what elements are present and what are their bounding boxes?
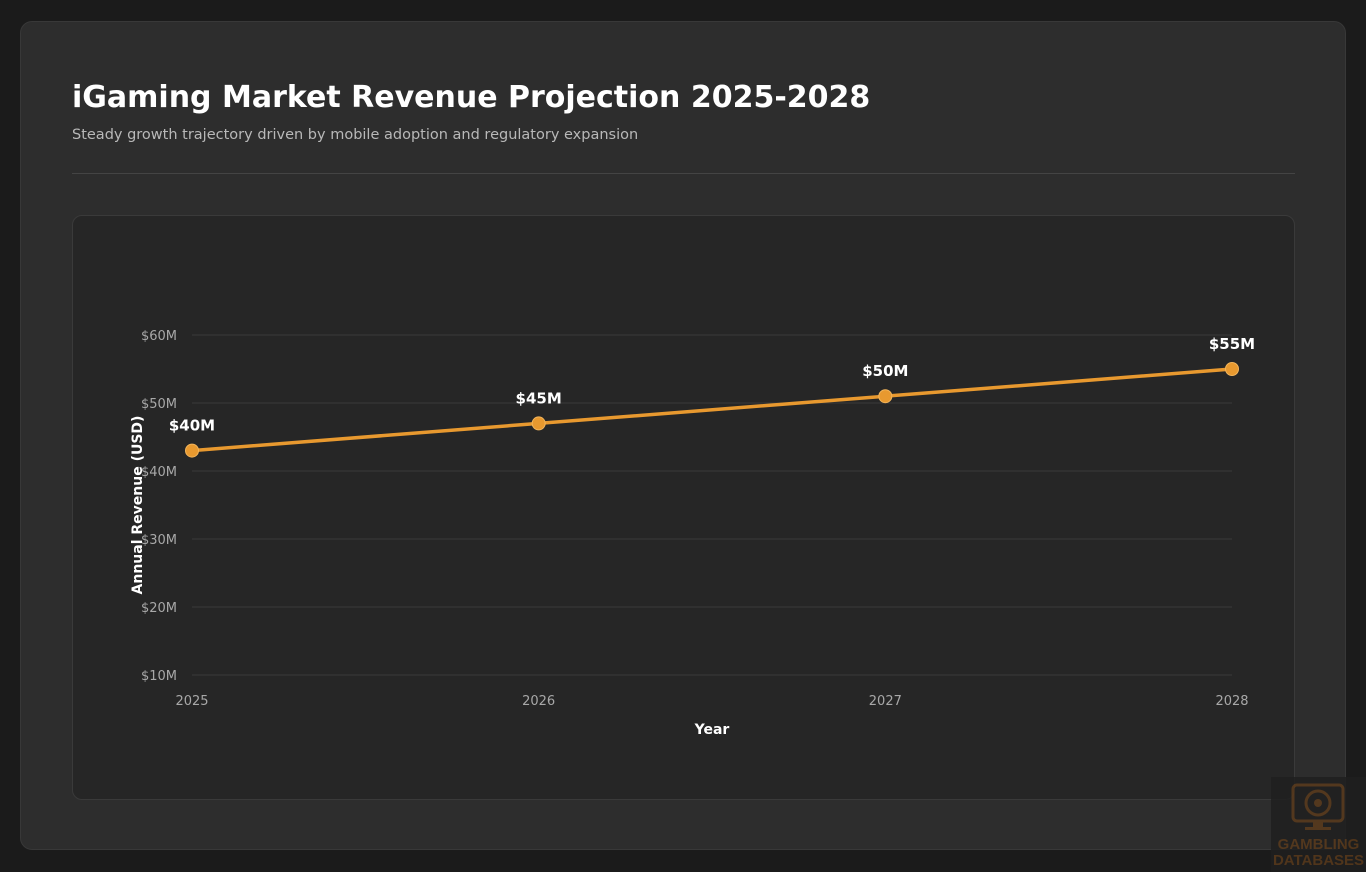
x-axis-ticks: 2025 2026 2027 2028 (175, 694, 1248, 709)
x-tick-label: 2026 (522, 694, 555, 709)
line-chart: $10M$20M$30M$40M$50M$60M 2025 2026 2027 202… (130, 329, 1255, 738)
y-tick-label: $10M (141, 669, 177, 684)
data-point (1225, 362, 1239, 376)
y-axis-ticks: $10M $20M $30M $40M $50M $60M (141, 329, 177, 684)
y-tick-label: $60M (141, 329, 177, 344)
y-tick-label: $50M (141, 397, 177, 412)
x-tick-label: 2027 (869, 694, 902, 709)
watermark-line2: DATABASES (1272, 852, 1365, 869)
data-label: $40M (169, 417, 215, 435)
y-tick-label: $40M (141, 465, 177, 480)
y-tick-label: $20M (141, 601, 177, 616)
data-label: $45M (516, 389, 562, 407)
data-point (878, 389, 893, 404)
data-point (185, 443, 199, 458)
y-tick-label: $30M (141, 533, 177, 548)
x-tick-label: 2025 (175, 694, 208, 709)
x-tick-label: 2028 (1215, 694, 1248, 709)
data-label: $50M (862, 362, 908, 380)
grid-lines (192, 334, 1232, 676)
data-point (531, 416, 546, 431)
y-axis-title: Annual Revenue (USD) (130, 416, 146, 595)
casino-monitor-icon (1291, 783, 1345, 830)
data-labels: $40M $45M $50M $55M (169, 335, 1255, 435)
watermark-line1: GAMBLING (1277, 836, 1360, 853)
watermark-logo: GAMBLING DATABASES (1271, 777, 1366, 872)
series-line (190, 367, 1234, 453)
x-axis-title: Year (694, 722, 730, 738)
data-label: $55M (1209, 335, 1255, 353)
